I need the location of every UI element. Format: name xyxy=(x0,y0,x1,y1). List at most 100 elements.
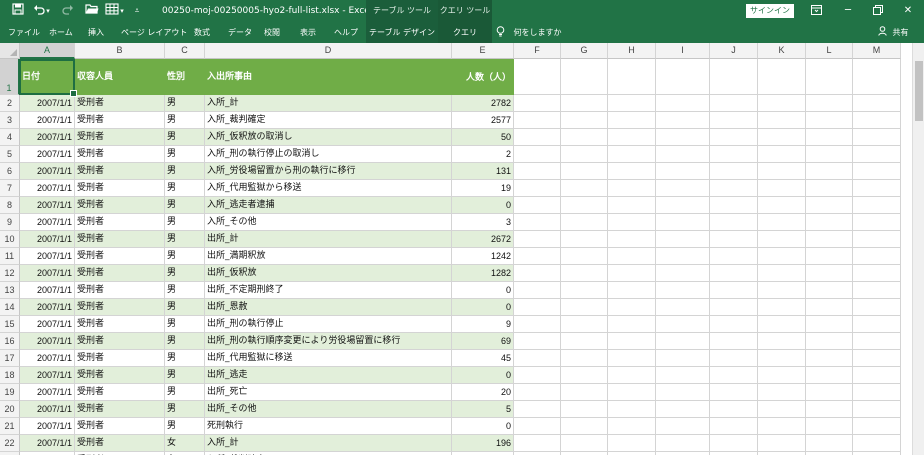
empty-cell[interactable] xyxy=(514,333,561,350)
empty-cell[interactable] xyxy=(514,231,561,248)
empty-cell[interactable] xyxy=(853,350,901,367)
header-cell[interactable]: 入出所事由 xyxy=(205,59,452,95)
header-cell[interactable]: 収容人員 xyxy=(75,59,165,95)
row-header[interactable]: 19 xyxy=(0,384,20,401)
empty-cell[interactable] xyxy=(561,248,608,265)
table-cell[interactable]: 男 xyxy=(165,214,205,231)
empty-cell[interactable] xyxy=(758,248,806,265)
table-cell[interactable]: 受刑者 xyxy=(75,435,165,452)
empty-cell[interactable] xyxy=(758,367,806,384)
row-header[interactable]: 17 xyxy=(0,350,20,367)
empty-cell[interactable] xyxy=(608,180,656,197)
close-icon[interactable]: ✕ xyxy=(894,0,922,22)
empty-cell[interactable] xyxy=(710,180,758,197)
row-header[interactable]: 20 xyxy=(0,401,20,418)
table-cell[interactable]: 2007/1/1 xyxy=(20,248,75,265)
empty-cell[interactable] xyxy=(806,214,853,231)
column-header-c[interactable]: C xyxy=(165,43,205,59)
empty-cell[interactable] xyxy=(656,180,710,197)
empty-cell[interactable] xyxy=(806,231,853,248)
table-cell[interactable]: 5 xyxy=(452,401,514,418)
table-cell[interactable]: 0 xyxy=(452,197,514,214)
empty-cell[interactable] xyxy=(853,299,901,316)
folder-open-icon[interactable] xyxy=(84,3,100,19)
customize-icon[interactable]: ⩡ xyxy=(132,3,142,19)
table-cell[interactable]: 2007/1/1 xyxy=(20,418,75,435)
empty-cell[interactable] xyxy=(806,146,853,163)
empty-cell[interactable] xyxy=(608,418,656,435)
table-cell[interactable]: 受刑者 xyxy=(75,197,165,214)
empty-cell[interactable] xyxy=(514,146,561,163)
empty-cell[interactable] xyxy=(561,350,608,367)
empty-cell[interactable] xyxy=(608,214,656,231)
empty-cell[interactable] xyxy=(710,95,758,112)
table-cell[interactable]: 死刑執行 xyxy=(205,418,452,435)
table-cell[interactable]: 0 xyxy=(452,367,514,384)
table-cell[interactable]: 男 xyxy=(165,316,205,333)
empty-cell[interactable] xyxy=(806,282,853,299)
empty-cell[interactable] xyxy=(758,197,806,214)
table-cell[interactable]: 2577 xyxy=(452,112,514,129)
empty-cell[interactable] xyxy=(608,316,656,333)
row-header[interactable]: 2 xyxy=(0,95,20,112)
redo-icon[interactable] xyxy=(60,3,76,19)
empty-cell[interactable] xyxy=(758,418,806,435)
empty-cell[interactable] xyxy=(561,333,608,350)
table-cell[interactable]: 69 xyxy=(452,333,514,350)
save-icon[interactable] xyxy=(10,3,26,19)
empty-cell[interactable] xyxy=(710,248,758,265)
empty-cell[interactable] xyxy=(710,265,758,282)
table-cell[interactable]: 2007/1/1 xyxy=(20,180,75,197)
empty-cell[interactable] xyxy=(806,112,853,129)
empty-cell[interactable] xyxy=(514,282,561,299)
empty-cell[interactable] xyxy=(758,163,806,180)
empty-cell[interactable] xyxy=(710,146,758,163)
worksheet-grid[interactable]: ABCDEFGHIJKLM 1 日付 収容人員 性別 入出所事由 人数（人） 2 2007/1… xyxy=(0,43,924,455)
table-cell[interactable]: 2007/1/1 xyxy=(20,265,75,282)
table-cell[interactable]: 受刑者 xyxy=(75,146,165,163)
table-cell[interactable]: 出所_満期釈放 xyxy=(205,248,452,265)
empty-cell[interactable] xyxy=(608,197,656,214)
empty-cell[interactable] xyxy=(710,231,758,248)
column-header-i[interactable]: I xyxy=(656,43,710,59)
table-cell[interactable]: 受刑者 xyxy=(75,282,165,299)
empty-cell[interactable] xyxy=(656,435,710,452)
empty-cell[interactable] xyxy=(806,265,853,282)
empty-cell[interactable] xyxy=(853,418,901,435)
empty-cell[interactable] xyxy=(608,282,656,299)
empty-cell[interactable] xyxy=(561,435,608,452)
empty-cell[interactable] xyxy=(561,129,608,146)
table-cell[interactable]: 男 xyxy=(165,146,205,163)
table-cell[interactable]: 2007/1/1 xyxy=(20,95,75,112)
table-cell[interactable]: 男 xyxy=(165,129,205,146)
column-header-d[interactable]: D xyxy=(205,43,452,59)
column-header-g[interactable]: G xyxy=(561,43,608,59)
empty-cell[interactable] xyxy=(853,180,901,197)
table-cell[interactable]: 出所_逃走 xyxy=(205,367,452,384)
row-header[interactable]: 10 xyxy=(0,231,20,248)
empty-cell[interactable] xyxy=(561,265,608,282)
table-cell[interactable]: 男 xyxy=(165,418,205,435)
empty-cell[interactable] xyxy=(608,59,656,95)
empty-cell[interactable] xyxy=(561,197,608,214)
empty-cell[interactable] xyxy=(656,112,710,129)
scrollbar-thumb[interactable] xyxy=(915,61,923,121)
table-cell[interactable]: 入所_裁判確定 xyxy=(205,112,452,129)
empty-cell[interactable] xyxy=(853,129,901,146)
empty-cell[interactable] xyxy=(806,59,853,95)
empty-cell[interactable] xyxy=(710,129,758,146)
empty-cell[interactable] xyxy=(656,418,710,435)
empty-cell[interactable] xyxy=(561,163,608,180)
row-header[interactable]: 12 xyxy=(0,265,20,282)
empty-cell[interactable] xyxy=(656,163,710,180)
empty-cell[interactable] xyxy=(561,316,608,333)
empty-cell[interactable] xyxy=(656,95,710,112)
empty-cell[interactable] xyxy=(853,112,901,129)
tab-help[interactable]: ヘルプ xyxy=(334,22,358,43)
table-cell[interactable]: 1282 xyxy=(452,265,514,282)
empty-cell[interactable] xyxy=(608,401,656,418)
empty-cell[interactable] xyxy=(514,59,561,95)
table-cell[interactable]: 男 xyxy=(165,95,205,112)
table-cell[interactable]: 2007/1/1 xyxy=(20,316,75,333)
empty-cell[interactable] xyxy=(758,333,806,350)
